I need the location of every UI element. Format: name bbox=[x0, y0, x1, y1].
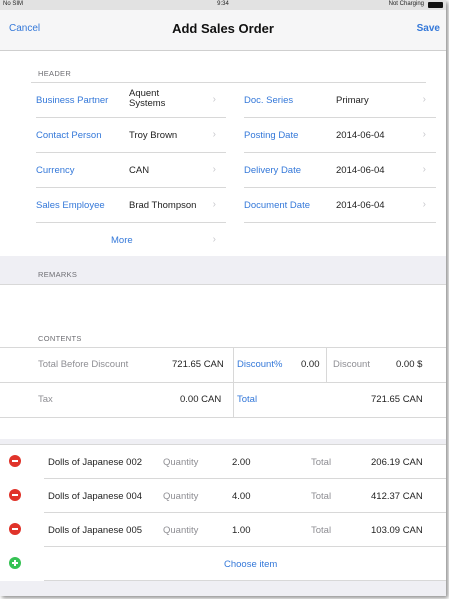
save-button[interactable]: Save bbox=[417, 23, 440, 34]
discount-percent-value[interactable]: 0.00 bbox=[301, 359, 320, 370]
contact-person-value: Troy Brown bbox=[129, 130, 178, 141]
item-quantity-value[interactable]: 2.00 bbox=[232, 457, 251, 468]
currency-value: CAN bbox=[129, 165, 150, 176]
chevron-right-icon: › bbox=[422, 164, 426, 175]
document-date-value: 2014-06-04 bbox=[336, 200, 385, 211]
remove-circle-icon[interactable] bbox=[9, 489, 21, 501]
item-quantity-label: Quantity bbox=[163, 525, 199, 536]
chevron-right-icon: › bbox=[212, 199, 216, 210]
list-item[interactable]: Dolls of Japanese 005 Quantity 1.00 Tota… bbox=[0, 513, 446, 547]
navigation-bar: Cancel Add Sales Order Save bbox=[0, 10, 446, 51]
discount-value: 0.00 $ bbox=[396, 359, 423, 370]
total-label[interactable]: Total bbox=[237, 394, 257, 405]
tax-label: Tax bbox=[38, 394, 53, 405]
posting-date-value: 2014-06-04 bbox=[336, 130, 385, 141]
list-item[interactable]: Dolls of Japanese 002 Quantity 2.00 Tota… bbox=[0, 445, 446, 479]
contents-row-divider bbox=[0, 382, 446, 383]
chevron-right-icon: › bbox=[422, 94, 426, 105]
currency-label: Currency bbox=[36, 165, 75, 176]
status-time: 9:34 bbox=[217, 1, 229, 7]
chevron-right-icon: › bbox=[212, 129, 216, 140]
contact-person-row[interactable]: Contact Person Troy Brown › bbox=[36, 118, 226, 153]
discount-label: Discount bbox=[333, 359, 370, 370]
item-quantity-label: Quantity bbox=[163, 457, 199, 468]
column-divider bbox=[233, 382, 234, 417]
contents-bottom-divider bbox=[0, 417, 446, 418]
sales-employee-label: Sales Employee bbox=[36, 200, 105, 211]
row-divider bbox=[44, 580, 446, 581]
delivery-date-value: 2014-06-04 bbox=[336, 165, 385, 176]
sales-employee-value: Brad Thompson bbox=[129, 200, 197, 211]
item-quantity-value[interactable]: 4.00 bbox=[232, 491, 251, 502]
doc-series-value: Primary bbox=[336, 95, 369, 106]
column-divider bbox=[233, 347, 234, 382]
battery-text: Not Charging bbox=[388, 1, 424, 7]
item-quantity-label: Quantity bbox=[163, 491, 199, 502]
contents-section-label: CONTENTS bbox=[38, 334, 82, 343]
chevron-right-icon: › bbox=[212, 164, 216, 175]
item-total-value: 206.19 CAN bbox=[371, 457, 423, 468]
total-value: 721.65 CAN bbox=[371, 394, 423, 405]
delivery-date-label: Delivery Date bbox=[244, 165, 302, 176]
delivery-date-row[interactable]: Delivery Date 2014-06-04 › bbox=[244, 153, 436, 188]
item-total-value: 412.37 CAN bbox=[371, 491, 423, 502]
contact-person-label: Contact Person bbox=[36, 130, 102, 141]
list-item[interactable]: Dolls of Japanese 004 Quantity 4.00 Tota… bbox=[0, 479, 446, 513]
item-name: Dolls of Japanese 002 bbox=[48, 457, 143, 468]
posting-date-label: Posting Date bbox=[244, 130, 299, 141]
item-name: Dolls of Japanese 005 bbox=[48, 525, 143, 536]
item-total-label: Total bbox=[311, 525, 332, 536]
chevron-right-icon: › bbox=[422, 129, 426, 140]
app-window: No SIM 9:34 Not Charging Cancel Add Sale… bbox=[0, 0, 446, 596]
choose-item-row[interactable]: Choose item bbox=[0, 547, 446, 581]
sales-employee-row[interactable]: Sales Employee Brad Thompson › bbox=[36, 188, 226, 223]
doc-series-label: Doc. Series bbox=[244, 95, 294, 106]
remarks-field[interactable] bbox=[0, 284, 446, 320]
item-quantity-value[interactable]: 1.00 bbox=[232, 525, 251, 536]
form-content: HEADER Business Partner Aquent Systems ›… bbox=[0, 51, 446, 596]
posting-date-row[interactable]: Posting Date 2014-06-04 › bbox=[244, 118, 436, 153]
remove-circle-icon[interactable] bbox=[9, 455, 21, 467]
chevron-right-icon: › bbox=[212, 94, 216, 105]
column-divider bbox=[326, 347, 327, 382]
business-partner-row[interactable]: Business Partner Aquent Systems › bbox=[36, 83, 226, 118]
business-partner-value: Aquent Systems bbox=[129, 88, 166, 109]
doc-series-row[interactable]: Doc. Series Primary › bbox=[244, 83, 436, 118]
document-date-row[interactable]: Document Date 2014-06-04 › bbox=[244, 188, 436, 223]
choose-item-button[interactable]: Choose item bbox=[224, 559, 277, 570]
add-circle-icon[interactable] bbox=[9, 557, 21, 569]
page-title: Add Sales Order bbox=[172, 21, 274, 36]
contents-top-divider bbox=[0, 347, 446, 348]
battery-icon bbox=[428, 2, 443, 8]
status-bar: No SIM 9:34 Not Charging bbox=[0, 0, 446, 10]
item-total-label: Total bbox=[311, 491, 332, 502]
discount-percent-label[interactable]: Discount% bbox=[237, 359, 282, 370]
total-before-discount-value: 721.65 CAN bbox=[172, 359, 224, 370]
business-partner-label: Business Partner bbox=[36, 95, 109, 106]
remove-circle-icon[interactable] bbox=[9, 523, 21, 535]
chevron-right-icon: › bbox=[422, 199, 426, 210]
document-date-label: Document Date bbox=[244, 200, 311, 211]
more-link: More bbox=[111, 235, 133, 246]
tax-value: 0.00 CAN bbox=[180, 394, 222, 405]
currency-row[interactable]: Currency CAN › bbox=[36, 153, 226, 188]
more-row[interactable]: More › bbox=[36, 223, 226, 257]
remarks-section-label: REMARKS bbox=[38, 270, 78, 279]
item-name: Dolls of Japanese 004 bbox=[48, 491, 143, 502]
total-before-discount-label: Total Before Discount bbox=[38, 359, 129, 370]
header-section-label: HEADER bbox=[38, 69, 72, 78]
item-total-label: Total bbox=[311, 457, 332, 468]
chevron-right-icon: › bbox=[212, 234, 216, 245]
item-total-value: 103.09 CAN bbox=[371, 525, 423, 536]
